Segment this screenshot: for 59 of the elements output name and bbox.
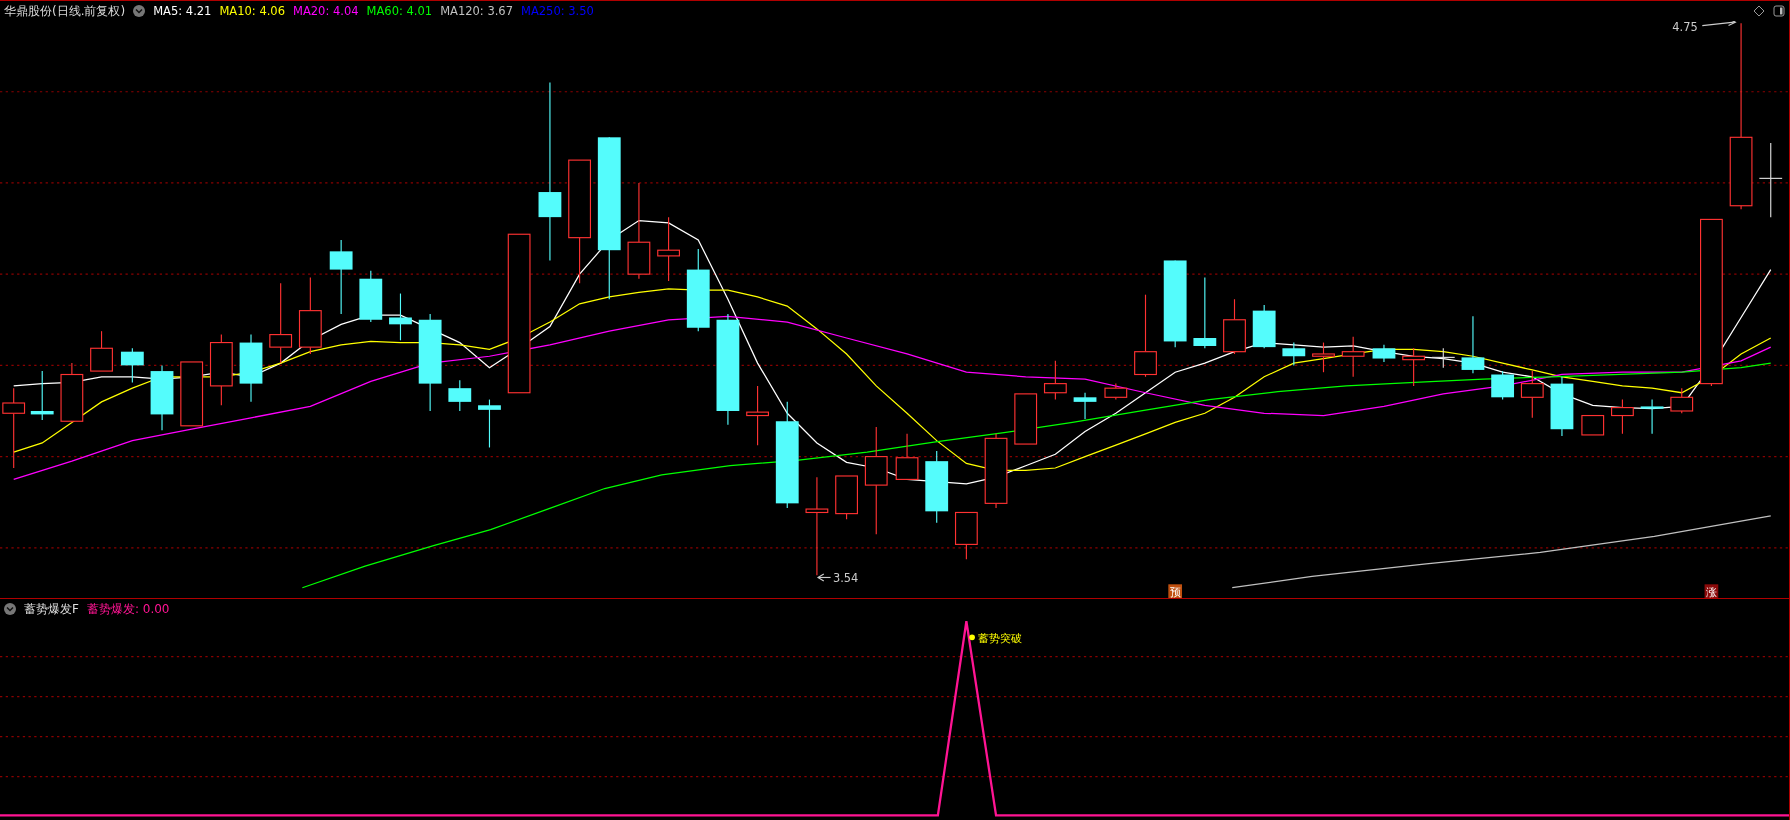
- candlestick: [1073, 392, 1097, 420]
- ma-legend-item: MA120: 3.67: [440, 4, 513, 18]
- candlestick: [1402, 347, 1426, 387]
- candlestick: [30, 370, 54, 421]
- candlestick: [1431, 347, 1456, 369]
- high-price-label: 4.75: [1672, 21, 1698, 35]
- candlestick: [1611, 399, 1634, 435]
- signal-text: 涨: [1705, 584, 1717, 598]
- leader-line: [1701, 21, 1737, 27]
- candlestick: [1520, 370, 1544, 419]
- indicator-title: 蓄势爆发F: [24, 600, 79, 618]
- candlestick: [657, 216, 680, 282]
- panel-toggle-icon[interactable]: [1773, 5, 1785, 17]
- signal-label: 蓄势突破: [977, 630, 1022, 645]
- indicator-reading: 蓄势爆发: 0.00: [86, 600, 170, 618]
- candlestick: [389, 292, 412, 341]
- leader-line: [816, 573, 832, 582]
- candlestick: [448, 379, 472, 412]
- dropdown-icon[interactable]: [4, 603, 16, 615]
- candlestick: [1670, 387, 1694, 414]
- candlestick: [120, 347, 144, 384]
- candlestick: [1252, 304, 1276, 349]
- candlestick: [60, 362, 84, 423]
- candlestick: [954, 511, 978, 560]
- candlestick: [1491, 370, 1515, 401]
- dropdown-icon[interactable]: [133, 5, 146, 17]
- candlestick: [180, 361, 204, 427]
- ma-legend-item: MA20: 4.04: [293, 4, 359, 18]
- candlestick: [1282, 342, 1306, 366]
- candlestick: [895, 433, 919, 480]
- candlestick: [1341, 336, 1365, 378]
- signal-text: 预: [1169, 584, 1181, 598]
- low-price-label: 3.54: [832, 571, 859, 586]
- stock-title: 华鼎股份(日线.前复权): [4, 2, 126, 20]
- candlestick: [1014, 393, 1038, 445]
- diamond-icon[interactable]: [1753, 5, 1765, 17]
- ma-legend-item: MA60: 4.01: [366, 4, 433, 18]
- candlestick: [746, 385, 769, 446]
- candlestick: [478, 399, 501, 449]
- candlestick: [1550, 376, 1574, 437]
- candlestick: [1640, 399, 1664, 435]
- candlestick: [1372, 344, 1396, 363]
- candlestick: [835, 475, 858, 520]
- candlestick: [1461, 315, 1485, 374]
- ma-legend-item: MA10: 4.06: [219, 4, 285, 18]
- candlestick: [1043, 360, 1067, 401]
- signal-dot: [969, 634, 975, 641]
- candlestick: [1223, 298, 1246, 355]
- candlestick: [1312, 342, 1335, 373]
- candlestick: [150, 364, 174, 431]
- ma-legend-item: MA5: 4.21: [153, 4, 212, 18]
- candlestick: [209, 334, 233, 406]
- candlestick: [239, 334, 263, 403]
- candlestick: [1581, 415, 1605, 436]
- candlestick: [90, 330, 113, 372]
- candlestick: [1104, 383, 1128, 401]
- ma-legend-item: MA250: 3.50: [521, 4, 594, 18]
- candlestick: [1193, 277, 1217, 349]
- candlestick: [359, 270, 383, 323]
